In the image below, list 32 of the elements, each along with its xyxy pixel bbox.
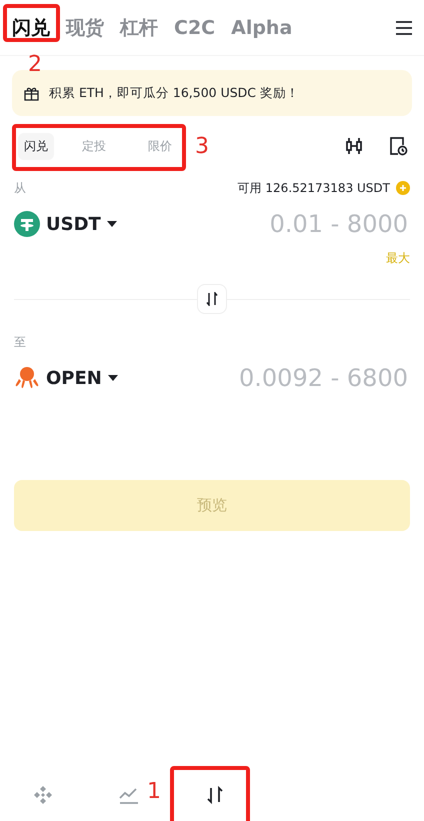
octopus-coin-icon [14, 365, 40, 391]
diamond-logo-icon[interactable] [33, 785, 53, 805]
history-icon[interactable] [388, 136, 408, 156]
candlestick-icon[interactable] [345, 137, 363, 155]
to-label: 至 [14, 334, 26, 350]
banner-text: 积累 ETH，即可瓜分 16,500 USDC 奖励！ [49, 84, 300, 102]
convert-tab[interactable]: 定投 [76, 132, 112, 160]
token-selector[interactable]: OPEN [14, 365, 118, 391]
menu-icon[interactable] [396, 20, 412, 34]
promo-banner[interactable]: 积累 ETH，即可瓜分 16,500 USDC 奖励！ [12, 70, 412, 116]
top-tab[interactable]: Alpha [231, 16, 292, 38]
top-tab[interactable]: 现货 [66, 14, 104, 40]
tether-coin-icon [14, 211, 40, 237]
convert-tab[interactable]: 限价 [142, 132, 178, 160]
caret-icon [106, 221, 117, 227]
convert-tab[interactable]: 闪兑 [18, 132, 54, 160]
amount-field[interactable]: 0.0092 - 6800 [200, 363, 410, 393]
from-label: 从 [14, 180, 26, 196]
step-number: 1 [147, 779, 161, 804]
top-tab[interactable]: C2C [174, 16, 216, 38]
max-link[interactable]: 最大 [386, 250, 410, 270]
token-selector[interactable]: USDT [14, 211, 117, 237]
top-tab[interactable]: 杠杆 [120, 14, 158, 40]
step-number: 3 [195, 134, 209, 159]
caret-icon [108, 375, 118, 381]
swap-icon[interactable] [205, 785, 225, 805]
gift-icon [24, 86, 39, 100]
highlight-frame [3, 4, 60, 42]
available-balance: 可用 126.52173183 USDT [238, 180, 390, 196]
swap-direction-button[interactable] [197, 284, 227, 314]
amount-field[interactable]: 0.01 - 8000 [200, 209, 410, 239]
top-tab[interactable]: 闪兑 [12, 14, 50, 40]
